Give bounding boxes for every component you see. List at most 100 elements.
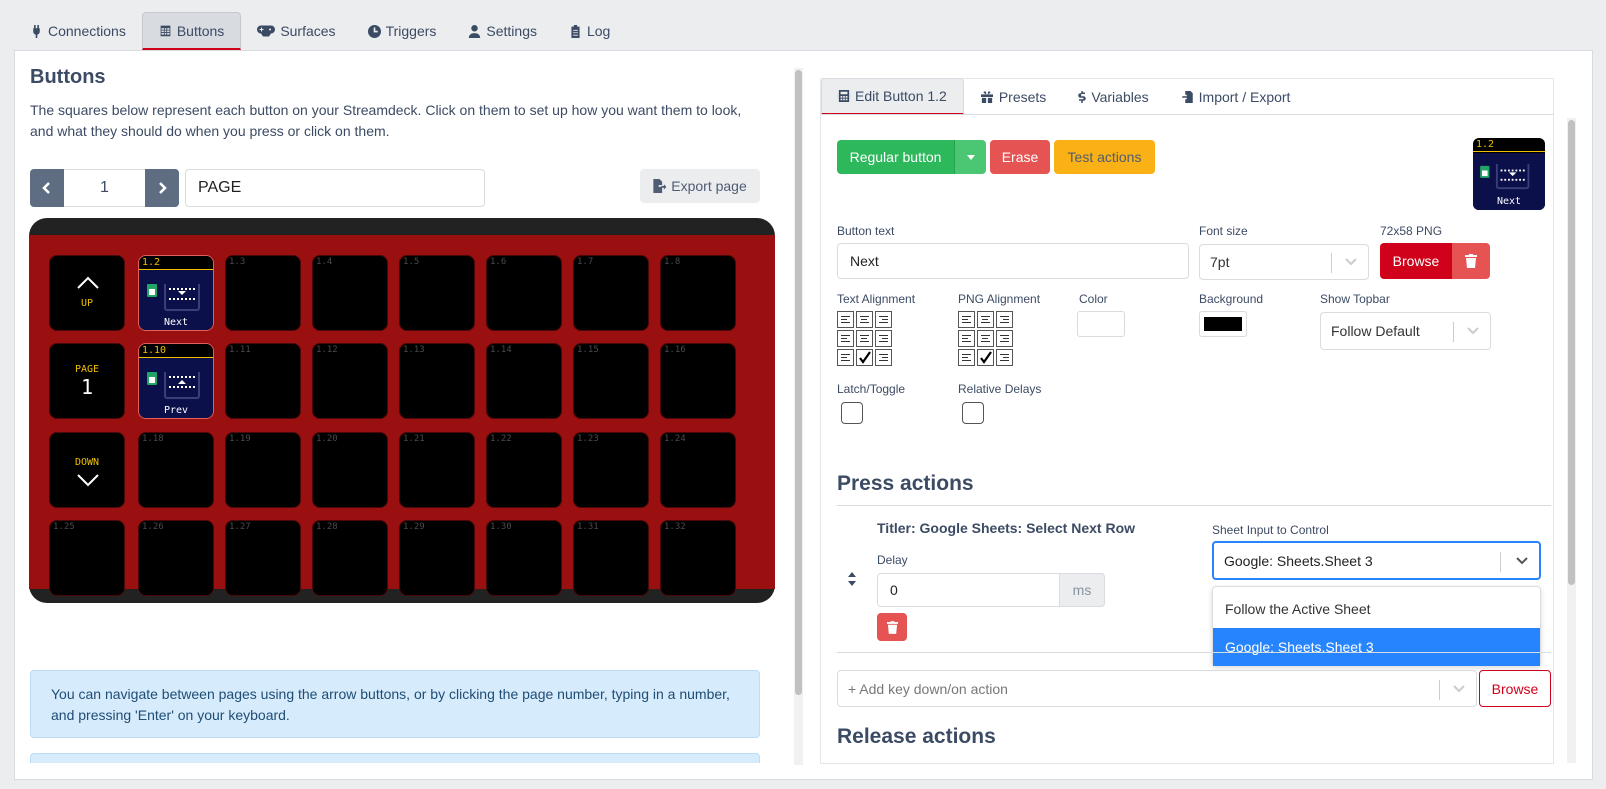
button-text-input[interactable]: Next — [837, 243, 1189, 279]
key-empty[interactable]: 1.15 — [573, 343, 649, 419]
sheet-option[interactable]: Follow the Active Sheet — [1213, 590, 1540, 628]
key-empty[interactable]: 1.5 — [399, 255, 475, 331]
font-size-select[interactable]: 7pt — [1199, 244, 1369, 280]
key-up[interactable]: UP — [49, 255, 125, 331]
align-bottom-center[interactable] — [856, 349, 873, 366]
png-align-center-center[interactable] — [977, 330, 994, 347]
key-1-2[interactable]: 1.2 Next — [138, 255, 214, 331]
add-action-select[interactable]: + Add key down/on action — [837, 670, 1477, 707]
key-empty[interactable]: 1.19 — [225, 432, 301, 508]
prev-page-button[interactable] — [30, 169, 64, 207]
export-page-button[interactable]: Export page — [640, 169, 760, 203]
key-empty[interactable]: 1.18 — [138, 432, 214, 508]
right-scrollbar[interactable] — [1567, 118, 1576, 763]
background-color-picker[interactable] — [1199, 311, 1247, 337]
align-bottom-left[interactable] — [837, 349, 854, 366]
align-top-right[interactable] — [875, 311, 892, 328]
key-number: 1.29 — [403, 522, 425, 532]
png-align-top-center[interactable] — [977, 311, 994, 328]
key-number: 1.23 — [577, 434, 599, 444]
key-number: 1.22 — [490, 434, 512, 444]
key-empty[interactable]: 1.7 — [573, 255, 649, 331]
png-align-top-left[interactable] — [958, 311, 975, 328]
sheet-input-select[interactable]: Google: Sheets.Sheet 3 — [1212, 541, 1541, 580]
user-cog-icon — [469, 24, 481, 38]
tab-variables[interactable]: Variables — [1062, 78, 1164, 115]
key-page[interactable]: PAGE 1 — [49, 343, 125, 419]
button-type-select[interactable]: Regular button — [837, 140, 954, 174]
tab-surfaces[interactable]: Surfaces — [241, 12, 351, 50]
align-bottom-right[interactable] — [875, 349, 892, 366]
key-empty[interactable]: 1.28 — [312, 520, 388, 596]
show-topbar-select[interactable]: Follow Default — [1320, 312, 1491, 350]
align-center-left[interactable] — [837, 330, 854, 347]
key-empty[interactable]: 1.26 — [138, 520, 214, 596]
key-empty[interactable]: 1.31 — [573, 520, 649, 596]
key-image: Prev — [139, 358, 213, 418]
key-empty[interactable]: 1.3 — [225, 255, 301, 331]
relative-delays-checkbox[interactable] — [962, 402, 984, 424]
align-center-right[interactable] — [875, 330, 892, 347]
sheet-option-selected[interactable]: Google: Sheets.Sheet 3 — [1213, 628, 1540, 666]
png-align-bottom-center[interactable] — [977, 349, 994, 366]
key-empty[interactable]: 1.20 — [312, 432, 388, 508]
tab-presets[interactable]: Presets — [964, 78, 1062, 115]
text-color-picker[interactable] — [1077, 311, 1125, 337]
test-actions-button[interactable]: Test actions — [1054, 140, 1155, 174]
key-empty[interactable]: 1.21 — [399, 432, 475, 508]
checkmark-icon — [980, 351, 992, 364]
key-empty[interactable]: 1.29 — [399, 520, 475, 596]
tab-label: Connections — [48, 23, 126, 39]
png-align-top-right[interactable] — [996, 311, 1013, 328]
key-down[interactable]: DOWN — [49, 432, 125, 508]
page-number-input[interactable]: 1 — [64, 169, 145, 207]
key-empty[interactable]: 1.16 — [660, 343, 736, 419]
key-1-10[interactable]: 1.10 Prev — [138, 343, 214, 419]
png-align-center-left[interactable] — [958, 330, 975, 347]
button-type-dropdown[interactable] — [954, 140, 986, 174]
latch-toggle-checkbox[interactable] — [841, 402, 863, 424]
key-empty[interactable]: 1.27 — [225, 520, 301, 596]
scrollbar-thumb[interactable] — [1568, 120, 1575, 585]
erase-button[interactable]: Erase — [990, 140, 1050, 174]
png-align-center-right[interactable] — [996, 330, 1013, 347]
add-action-browse-button[interactable]: Browse — [1479, 670, 1551, 707]
file-export-icon — [653, 179, 667, 193]
key-empty[interactable]: 1.6 — [486, 255, 562, 331]
key-empty[interactable]: 1.13 — [399, 343, 475, 419]
key-empty[interactable]: 1.23 — [573, 432, 649, 508]
key-empty[interactable]: 1.4 — [312, 255, 388, 331]
text-alignment-label: Text Alignment — [837, 292, 916, 306]
key-empty[interactable]: 1.30 — [486, 520, 562, 596]
checkmark-icon — [859, 351, 871, 364]
align-top-center[interactable] — [856, 311, 873, 328]
key-empty[interactable]: 1.25 — [49, 520, 125, 596]
key-empty[interactable]: 1.22 — [486, 432, 562, 508]
tab-triggers[interactable]: Triggers — [352, 12, 453, 50]
key-empty[interactable]: 1.12 — [312, 343, 388, 419]
tab-edit-button[interactable]: Edit Button 1.2 — [821, 78, 964, 115]
delay-input[interactable]: 0 — [877, 573, 1060, 607]
tab-connections[interactable]: Connections — [14, 12, 142, 50]
key-empty[interactable]: 1.32 — [660, 520, 736, 596]
page-name-input[interactable]: PAGE — [185, 169, 485, 207]
tab-import-export[interactable]: Import / Export — [1165, 78, 1307, 115]
png-browse-button[interactable]: Browse — [1380, 243, 1452, 279]
next-page-button[interactable] — [145, 169, 179, 207]
delete-action-button[interactable] — [877, 613, 907, 641]
tab-log[interactable]: Log — [553, 12, 626, 50]
tab-buttons[interactable]: Buttons — [141, 12, 242, 50]
align-center-center[interactable] — [856, 330, 873, 347]
left-scrollbar[interactable] — [794, 68, 803, 765]
key-empty[interactable]: 1.8 — [660, 255, 736, 331]
key-empty[interactable]: 1.14 — [486, 343, 562, 419]
key-empty[interactable]: 1.24 — [660, 432, 736, 508]
tab-settings[interactable]: Settings — [452, 12, 553, 50]
png-clear-button[interactable] — [1452, 243, 1490, 279]
align-top-left[interactable] — [837, 311, 854, 328]
drag-handle-icon[interactable] — [848, 572, 856, 586]
scrollbar-thumb[interactable] — [795, 70, 802, 695]
key-empty[interactable]: 1.11 — [225, 343, 301, 419]
png-align-bottom-right[interactable] — [996, 349, 1013, 366]
png-align-bottom-left[interactable] — [958, 349, 975, 366]
